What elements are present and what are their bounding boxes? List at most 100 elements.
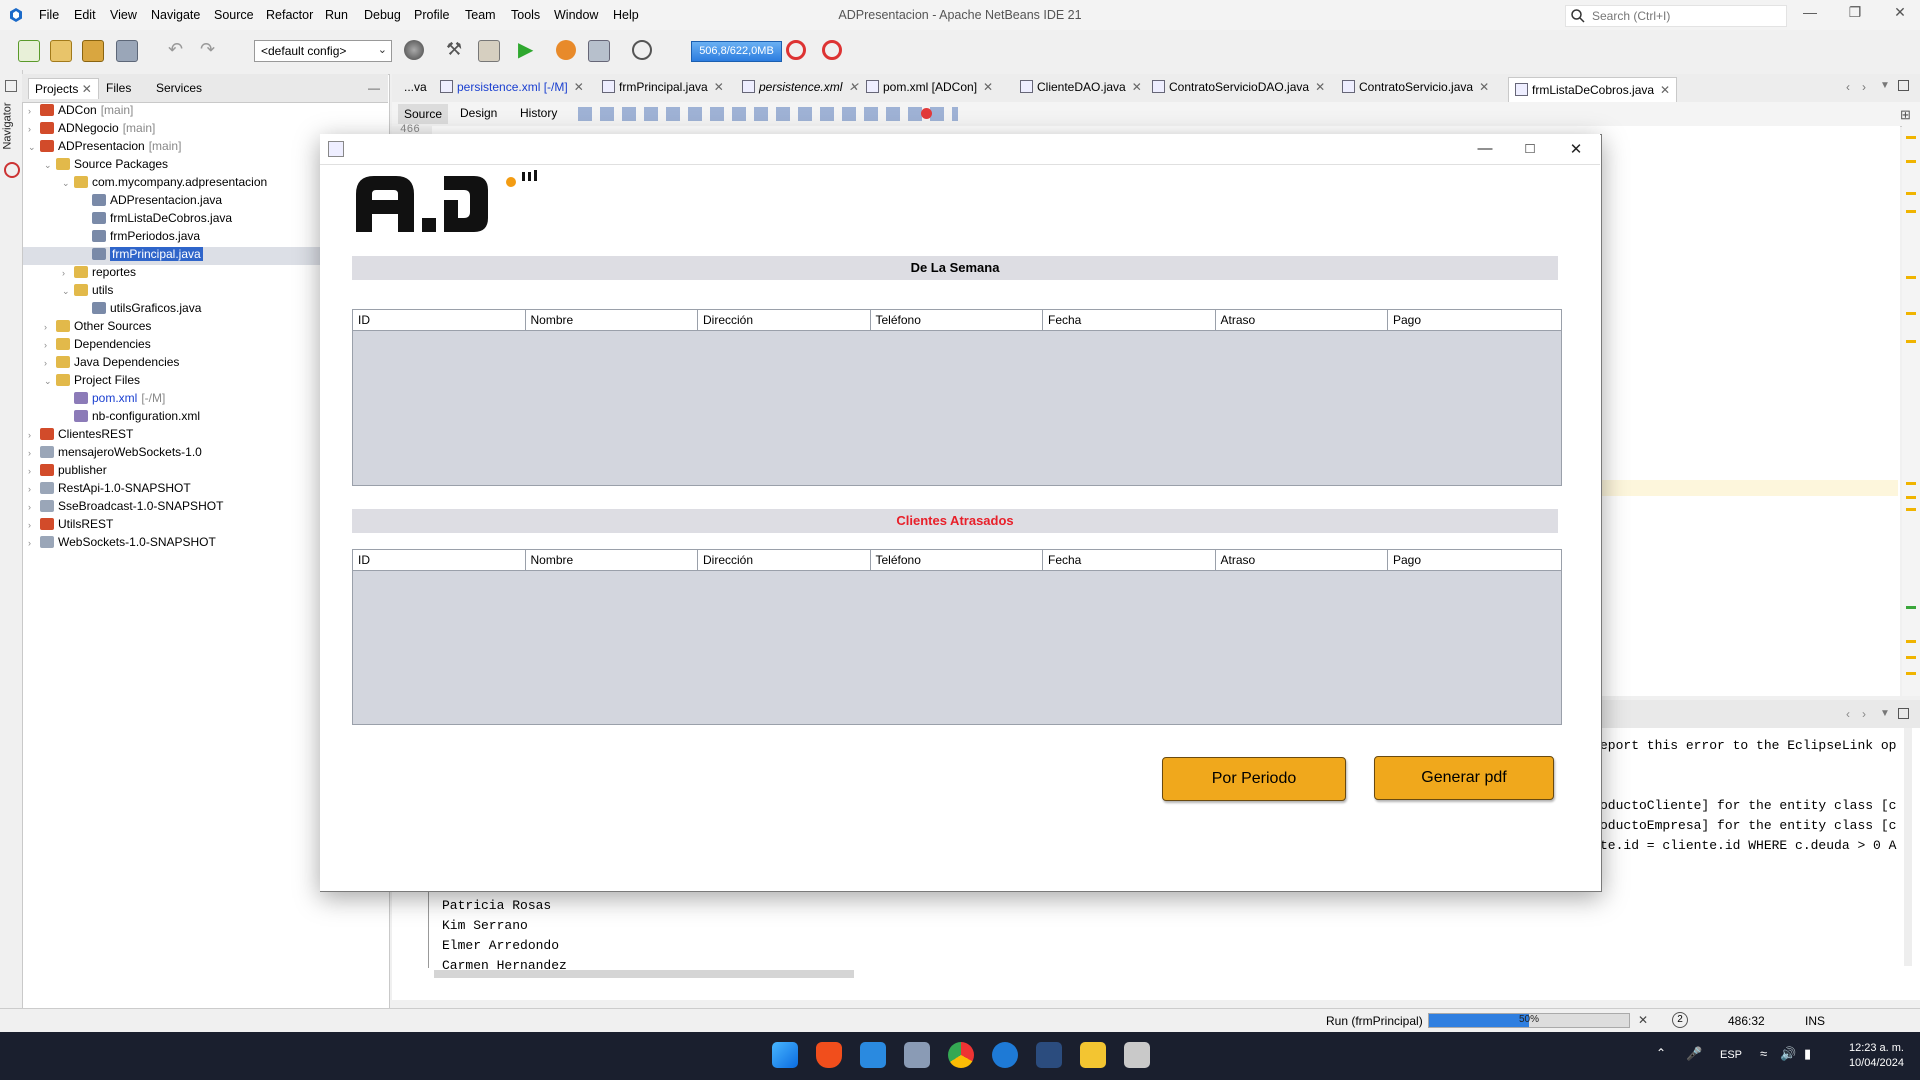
dialog-minimize-button[interactable]: —: [1470, 140, 1500, 160]
tree-item[interactable]: › mensajeroWebSockets-1.0: [28, 445, 202, 463]
chrome-icon[interactable]: [948, 1042, 974, 1068]
gc-icon[interactable]: [786, 40, 806, 60]
column-header[interactable]: Atraso: [1216, 310, 1388, 330]
table-atrasados[interactable]: ID Nombre Dirección Teléfono Fecha Atraso Pago: [352, 549, 1562, 725]
tree-expander-icon[interactable]: ›: [28, 484, 40, 494]
windows-start-icon[interactable]: [772, 1042, 798, 1068]
split-editor-icon[interactable]: ⊞: [1900, 107, 1911, 123]
minimize-button[interactable]: —: [1795, 4, 1825, 24]
tree-item[interactable]: › ADNegocio [main]: [28, 121, 155, 139]
tree-item[interactable]: frmPeriodos.java: [80, 229, 200, 247]
tree-expander-icon[interactable]: ⌄: [28, 142, 40, 153]
battery-icon[interactable]: ▮: [1804, 1046, 1811, 1062]
tab-projects[interactable]: Projects ✕: [28, 78, 99, 99]
record-macro-icon[interactable]: [921, 108, 932, 119]
editor-tab[interactable]: ContratoServicioDAO.java ✕: [1152, 80, 1325, 94]
editor-tab[interactable]: persistence.xml ✕: [742, 80, 858, 94]
tree-item[interactable]: › RestApi-1.0-SNAPSHOT: [28, 481, 191, 499]
tab-list-icon[interactable]: ▼: [1880, 708, 1890, 719]
tree-expander-icon[interactable]: ›: [28, 538, 40, 548]
tab-scroll-left-icon[interactable]: ‹: [1846, 707, 1850, 721]
column-header[interactable]: Teléfono: [871, 310, 1043, 330]
close-icon[interactable]: ✕: [848, 80, 858, 94]
tree-item[interactable]: ⌄ ADPresentacion [main]: [28, 139, 181, 157]
tree-item[interactable]: ⌄ utils: [62, 283, 113, 301]
redo-icon[interactable]: ↷: [200, 40, 220, 60]
column-header[interactable]: Dirección: [698, 550, 871, 570]
tree-item[interactable]: › SseBroadcast-1.0-SNAPSHOT: [28, 499, 223, 517]
config-select[interactable]: <default config> ⌄: [254, 40, 392, 62]
tree-item[interactable]: ADPresentacion.java: [80, 193, 222, 211]
column-header[interactable]: Pago: [1388, 550, 1561, 570]
editor-tab[interactable]: frmPrincipal.java ✕: [602, 80, 724, 94]
tree-item[interactable]: › WebSockets-1.0-SNAPSHOT: [28, 535, 216, 553]
tree-item[interactable]: › Other Sources: [44, 319, 151, 337]
microphone-icon[interactable]: 🎤: [1686, 1046, 1702, 1062]
notifications-icon[interactable]: 2: [1672, 1012, 1688, 1028]
tree-expander-icon[interactable]: ⌄: [62, 178, 74, 189]
column-header[interactable]: Atraso: [1216, 550, 1388, 570]
tree-item[interactable]: › UtilsREST: [28, 517, 113, 535]
tree-expander-icon[interactable]: ›: [28, 430, 40, 440]
editor-tab[interactable]: frmListaDeCobros.java ✕: [1508, 77, 1678, 102]
tree-item[interactable]: › Dependencies: [44, 337, 151, 355]
tree-item[interactable]: utilsGraficos.java: [80, 301, 201, 319]
tree-expander-icon[interactable]: ⌄: [44, 376, 56, 387]
navigator-tab[interactable]: Navigator: [2, 102, 14, 149]
tree-item[interactable]: › reportes: [62, 265, 136, 283]
vertical-scrollbar[interactable]: [1904, 728, 1912, 966]
tree-item[interactable]: › Java Dependencies: [44, 355, 179, 373]
tree-item[interactable]: › ClientesREST: [28, 427, 133, 445]
app-store-icon[interactable]: [992, 1042, 1018, 1068]
tab-scroll-left-icon[interactable]: ‹: [1846, 80, 1850, 94]
search-input[interactable]: Search (Ctrl+I): [1565, 5, 1787, 27]
por-periodo-button[interactable]: Por Periodo: [1162, 757, 1346, 801]
dialog-close-button[interactable]: ✕: [1561, 140, 1591, 160]
tree-expander-icon[interactable]: ›: [44, 340, 56, 350]
profiler-snapshot-icon[interactable]: [822, 40, 842, 60]
clean-build-icon[interactable]: [478, 40, 500, 62]
tree-expander-icon[interactable]: ›: [44, 322, 56, 332]
tree-item[interactable]: pom.xml [-/M]: [62, 391, 165, 409]
close-icon[interactable]: ✕: [1315, 80, 1325, 94]
tab-files[interactable]: Files: [106, 81, 131, 95]
open-project-icon[interactable]: [82, 40, 104, 62]
editor-tab[interactable]: ...va: [404, 80, 427, 94]
column-header[interactable]: Pago: [1388, 310, 1561, 330]
editor-toolbar-icons[interactable]: [578, 107, 958, 121]
minimize-panel-icon[interactable]: —: [368, 81, 380, 95]
tab-list-icon[interactable]: ▼: [1880, 80, 1890, 91]
stop-icon[interactable]: [4, 162, 20, 178]
memory-indicator[interactable]: 506,8/622,0MB: [691, 41, 782, 62]
column-header[interactable]: Fecha: [1043, 550, 1216, 570]
undo-icon[interactable]: ↶: [168, 40, 188, 60]
table-semana[interactable]: ID Nombre Dirección Teléfono Fecha Atraso Pago: [352, 309, 1562, 486]
column-header[interactable]: Dirección: [698, 310, 871, 330]
editor-tab[interactable]: ContratoServicio.java ✕: [1342, 80, 1489, 94]
close-icon[interactable]: ✕: [574, 80, 584, 94]
close-icon[interactable]: ✕: [1479, 80, 1489, 94]
tree-expander-icon[interactable]: ›: [28, 448, 40, 458]
tree-expander-icon[interactable]: ›: [28, 520, 40, 530]
tray-chevron-icon[interactable]: ⌃: [1656, 1046, 1666, 1060]
tree-item[interactable]: › publisher: [28, 463, 107, 481]
new-file-icon[interactable]: [18, 40, 40, 62]
tab-design[interactable]: Design: [460, 106, 497, 120]
column-header[interactable]: Fecha: [1043, 310, 1216, 330]
tree-expander-icon[interactable]: ›: [62, 268, 74, 278]
window-icon[interactable]: [5, 80, 17, 92]
close-icon[interactable]: ✕: [714, 80, 724, 94]
brave-browser-icon[interactable]: [816, 1042, 842, 1068]
editor-tab[interactable]: persistence.xml [-/M] ✕: [440, 80, 584, 94]
tree-item[interactable]: frmListaDeCobros.java: [80, 211, 232, 229]
file-explorer-icon[interactable]: [1080, 1042, 1106, 1068]
tree-expander-icon[interactable]: ⌄: [62, 286, 74, 297]
tree-expander-icon[interactable]: ›: [28, 124, 40, 134]
generar-pdf-button[interactable]: Generar pdf: [1374, 756, 1554, 800]
tree-expander-icon[interactable]: ›: [28, 106, 40, 116]
tab-services[interactable]: Services: [156, 81, 202, 95]
gauge-icon[interactable]: [632, 40, 652, 60]
editor-tab[interactable]: pom.xml [ADCon] ✕: [866, 80, 993, 94]
tree-expander-icon[interactable]: ›: [44, 358, 56, 368]
system-clock[interactable]: 12:23 a. m. 10/04/2024: [1830, 1041, 1904, 1071]
